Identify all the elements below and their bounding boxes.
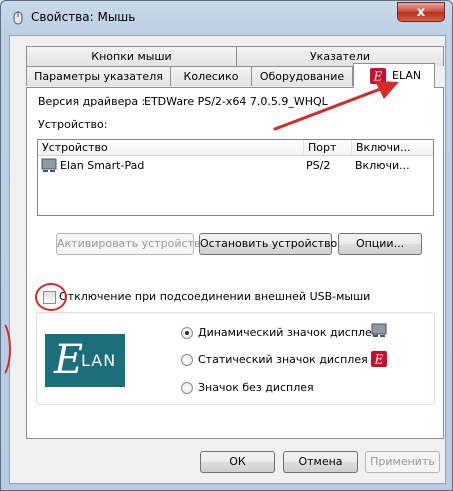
elan-logo-text: LAN [81, 351, 117, 370]
radio-static-label[interactable]: Статический значок дисплея [198, 353, 368, 366]
device-label: Устройство: [38, 118, 108, 131]
cancel-button[interactable]: Отмена [283, 451, 358, 473]
elan-red-icon: E [371, 351, 387, 367]
apply-button[interactable]: Применить [365, 451, 440, 473]
touchpad-icon [371, 323, 387, 337]
window-title: Свойства: Мышь [31, 10, 136, 24]
annotation-circle [35, 283, 67, 311]
mouse-icon [13, 11, 23, 25]
elan-logo: E LAN [45, 334, 125, 387]
options-button[interactable]: Опции... [338, 233, 422, 255]
radio-dynamic-label[interactable]: Динамический значок дисплея [198, 326, 378, 339]
activate-device-button[interactable]: Активировать устройство [56, 233, 207, 255]
annotation-arrow [273, 81, 399, 131]
elan-logo-letter: E [54, 337, 84, 383]
device-name-cell: Elan Smart-Pad [60, 159, 145, 172]
properties-window: Свойства: Мышь x Кнопки мыши Указатели П… [0, 0, 453, 491]
device-list[interactable]: Устройство Порт Включи... Elan Smart-Pad… [37, 139, 434, 216]
touchpad-icon [41, 158, 57, 172]
driver-version-label: Версия драйвера : [38, 95, 146, 108]
radio-no-icon[interactable] [181, 382, 193, 394]
tab-wheel[interactable]: Колесико [170, 66, 252, 86]
column-port[interactable]: Порт [304, 140, 352, 156]
device-enabled-cell: Включи... [355, 159, 410, 172]
title-bar[interactable]: Свойства: Мышь x [1, 1, 453, 35]
radio-no-icon-label[interactable]: Значок без дисплея [198, 381, 314, 394]
tab-pointer-options[interactable]: Параметры указателя [26, 66, 171, 86]
tab-buttons[interactable]: Кнопки мыши [26, 46, 237, 66]
table-row[interactable]: Elan Smart-Pad PS/2 Включи... [38, 156, 433, 176]
usb-disable-label[interactable]: Отключение при подсоединении внешней USB… [59, 290, 370, 303]
close-button[interactable]: x [397, 2, 445, 22]
svg-text:E: E [374, 353, 384, 367]
column-device[interactable]: Устройство [38, 140, 304, 156]
ok-button[interactable]: ОК [200, 451, 275, 473]
device-list-header: Устройство Порт Включи... [38, 140, 433, 156]
stop-device-button[interactable]: Остановить устройство [199, 233, 337, 255]
column-enabled[interactable]: Включи... [352, 140, 433, 156]
device-port-cell: PS/2 [306, 159, 331, 172]
radio-static-icon[interactable] [181, 354, 193, 366]
radio-dynamic-icon[interactable] [181, 327, 193, 339]
